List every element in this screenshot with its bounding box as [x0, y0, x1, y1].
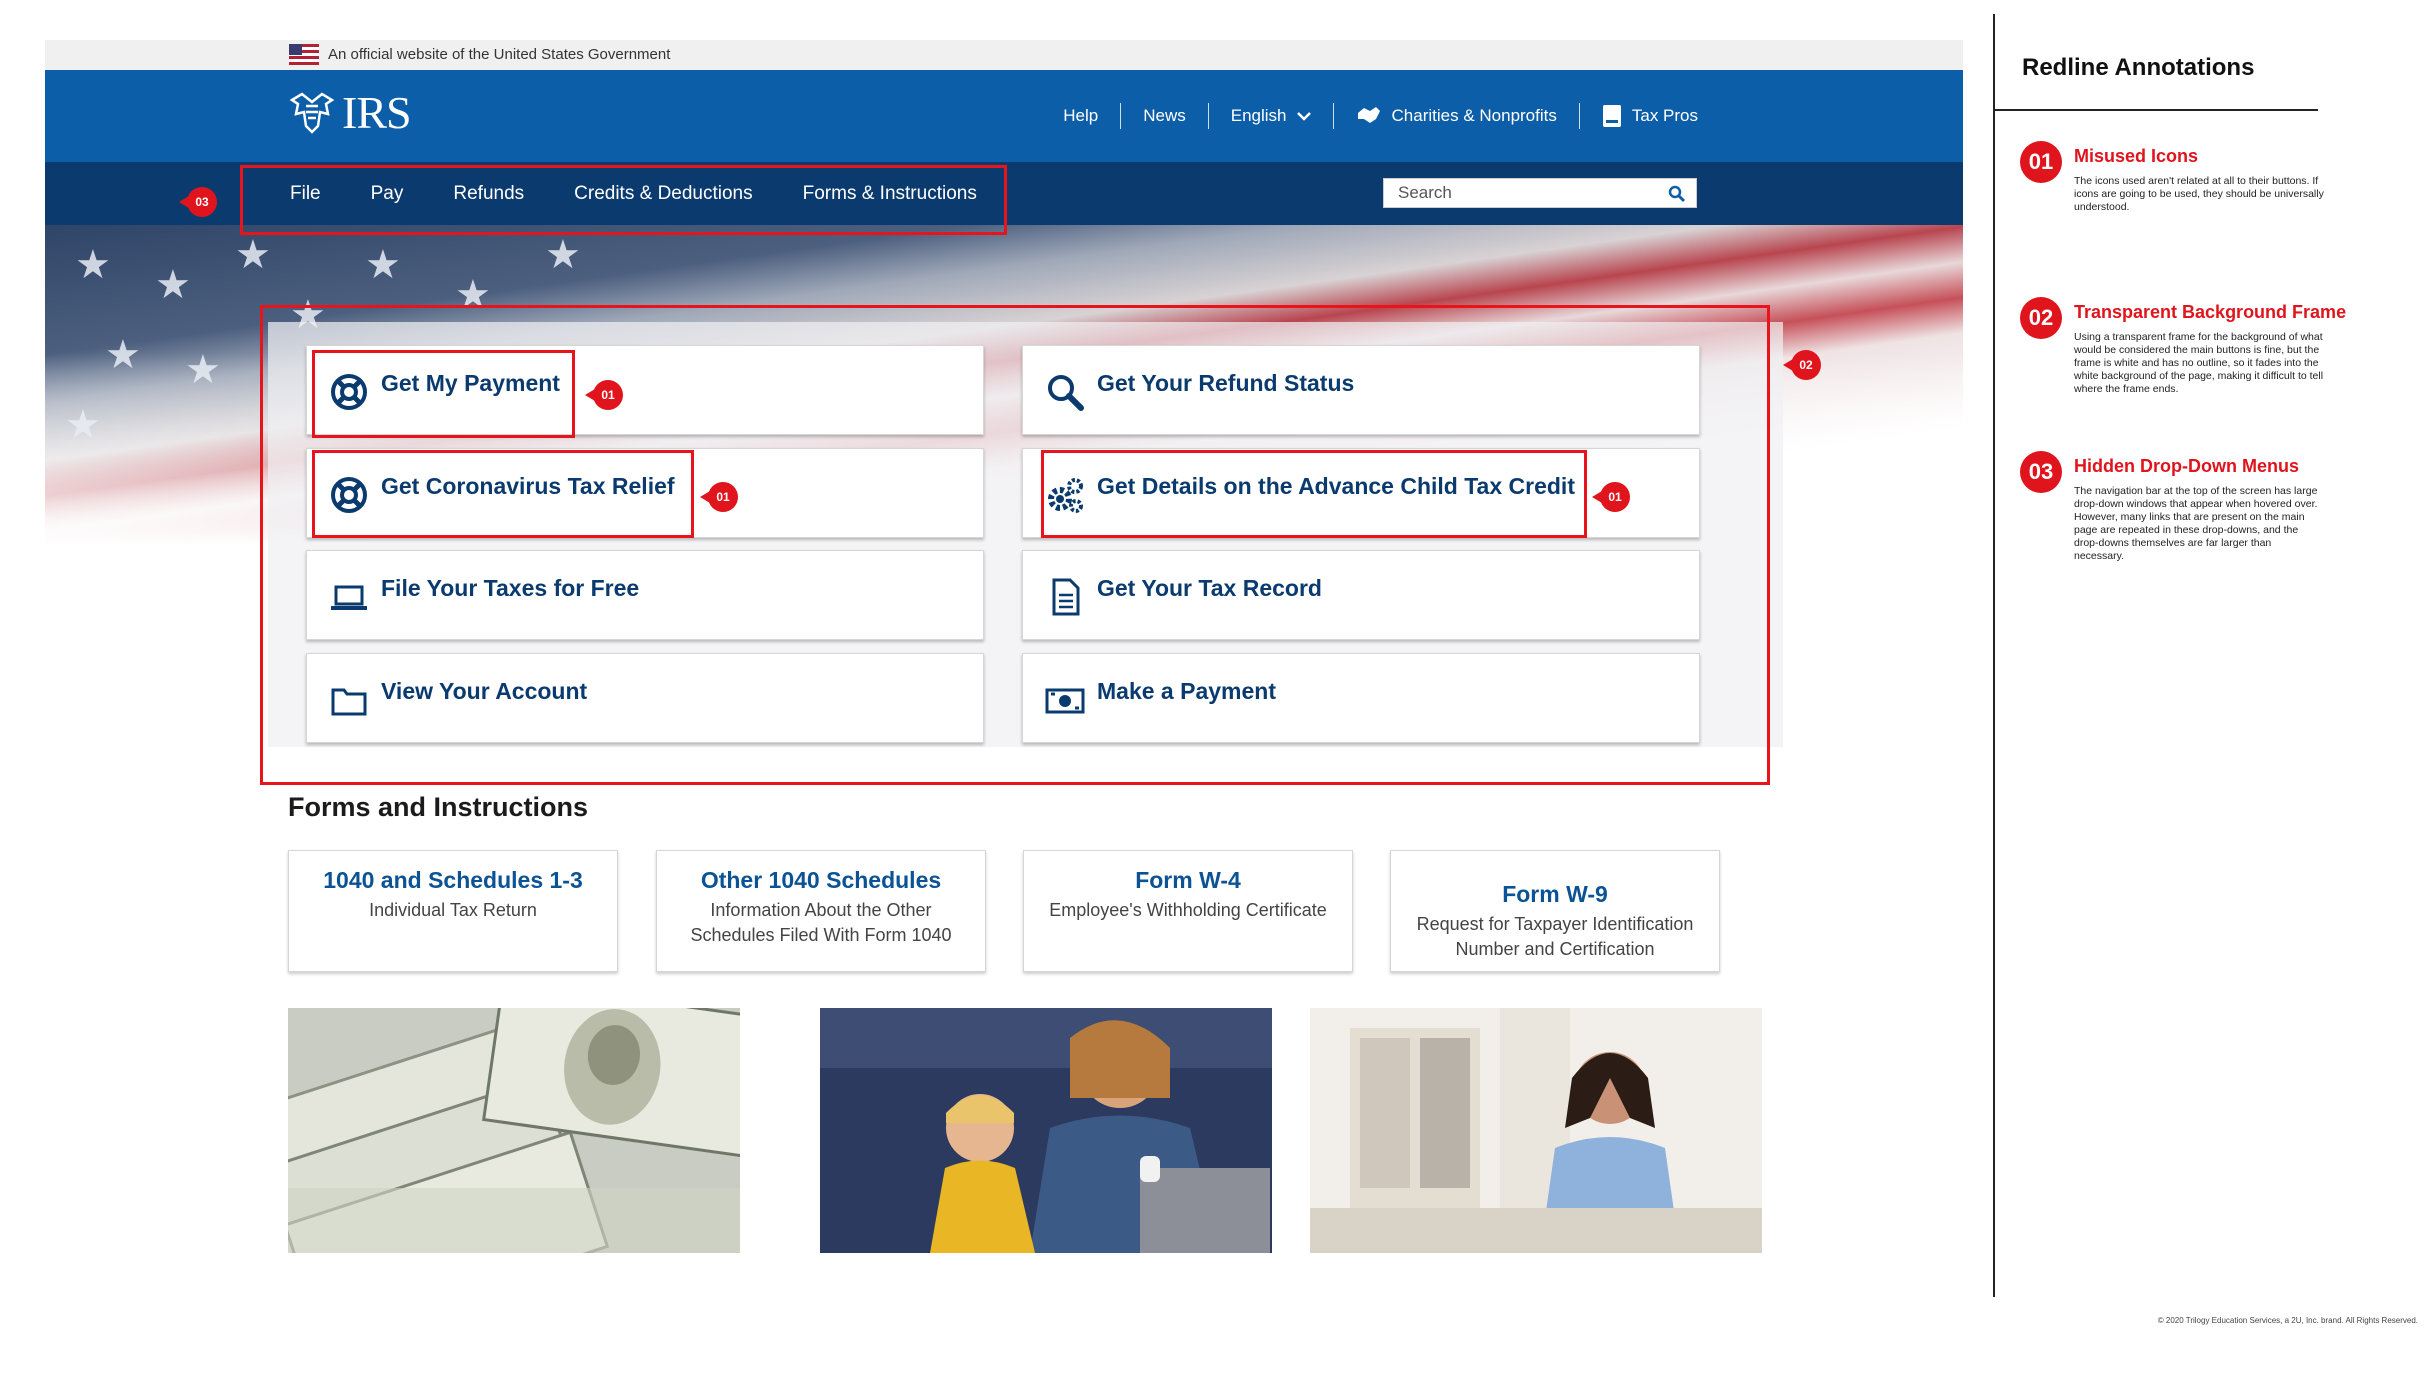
form-title: Other 1040 Schedules [700, 867, 942, 893]
star-shape: ★ [75, 243, 111, 287]
form-subtitle: Employee's Withholding Certificate [1049, 900, 1327, 920]
logo-text: IRS [342, 86, 412, 138]
money-photo[interactable] [288, 1008, 740, 1253]
panel-title: Redline Annotations [2022, 54, 2255, 81]
annotation-text: Using a transparent frame for the backgr… [2074, 331, 2324, 395]
form-subtitle: Individual Tax Return [369, 900, 537, 920]
annotation-title: Hidden Drop-Down Menus [2074, 456, 2299, 476]
form-title: 1040 and Schedules 1-3 [323, 867, 583, 893]
annotation-number: 02 [2020, 297, 2062, 339]
star-shape: ★ [105, 333, 141, 377]
search-icon[interactable] [1668, 185, 1686, 203]
annotation-number: 03 [2020, 451, 2062, 493]
form-subtitle: Request for Taxpayer Identification Numb… [1416, 914, 1694, 959]
gov-banner-text: An official website of the United States… [328, 46, 671, 63]
panel-rule [1995, 109, 2318, 111]
family-image [820, 1008, 1272, 1253]
annotation-text: The icons used aren't related at all to … [2074, 175, 2324, 213]
annotation-title: Misused Icons [2074, 146, 2199, 166]
shop-owner-image [1310, 1008, 1762, 1253]
help-label: Help [1063, 106, 1099, 125]
help-link[interactable]: Help [1041, 103, 1122, 129]
language-label: English [1230, 106, 1287, 125]
language-dropdown[interactable]: English [1209, 103, 1334, 129]
utility-nav: Help News English Charities & Nonprofits… [1041, 70, 1698, 162]
annotation-text: The navigation bar at the top of the scr… [2074, 485, 2318, 562]
annotation-number: 01 [2020, 141, 2062, 183]
star-shape: ★ [65, 403, 101, 447]
redline-box-coronavirus [312, 450, 694, 538]
star-shape: ★ [155, 263, 191, 307]
star-shape: ★ [235, 233, 271, 277]
redline-box-main-nav [240, 165, 1007, 235]
shop-owner-photo[interactable] [1310, 1008, 1762, 1253]
news-label: News [1143, 106, 1186, 125]
mother-child-photo[interactable] [820, 1008, 1272, 1253]
news-link[interactable]: News [1121, 103, 1209, 129]
tax-pros-label: Tax Pros [1631, 106, 1698, 125]
redline-badge-01: 01 [1592, 482, 1630, 512]
gov-banner: An official website of the United States… [45, 40, 1963, 70]
redline-box-child-tax-credit [1041, 450, 1587, 538]
charities-link[interactable]: Charities & Nonprofits [1334, 103, 1580, 129]
form-card-1040[interactable]: 1040 and Schedules 1-3 Individual Tax Re… [288, 850, 618, 972]
star-shape: ★ [365, 243, 401, 287]
panel-divider [1993, 14, 1995, 1297]
tax-pros-link[interactable]: Tax Pros [1580, 103, 1698, 129]
form-card-w9[interactable]: Form W-9 Request for Taxpayer Identifica… [1390, 850, 1720, 972]
star-shape: ★ [545, 233, 581, 277]
redline-badge-01: 01 [585, 380, 623, 410]
irs-logo[interactable]: IRS [288, 84, 412, 140]
form-title: Form W-9 [1502, 881, 1608, 907]
redline-badge-03: 03 [179, 187, 217, 217]
charities-label: Charities & Nonprofits [1391, 106, 1557, 125]
site-header: IRS Help News English Charities & Nonpro… [45, 70, 1963, 162]
search-input[interactable] [1384, 179, 1664, 207]
handshake-icon [1357, 107, 1380, 123]
forms-section-title: Forms and Instructions [288, 792, 589, 822]
us-flag-icon [289, 44, 319, 65]
search-box [1383, 178, 1697, 208]
redline-badge-01: 01 [700, 482, 738, 512]
redline-box-get-my-payment [312, 350, 575, 438]
copyright-text: © 2020 Trilogy Education Services, a 2U,… [2157, 1316, 2418, 1325]
chevron-down-icon [1296, 112, 1311, 121]
form-card-other-1040[interactable]: Other 1040 Schedules Information About t… [656, 850, 986, 972]
cash-stack-image [288, 1008, 740, 1253]
form-title: Form W-4 [1135, 867, 1241, 893]
annotation-title: Transparent Background Frame [2074, 302, 2347, 322]
redline-badge-02: 02 [1783, 350, 1821, 380]
form-subtitle: Information About the Other Schedules Fi… [690, 900, 952, 945]
form-card-w4[interactable]: Form W-4 Employee's Withholding Certific… [1023, 850, 1353, 972]
book-icon [1602, 105, 1621, 127]
eagle-logo-icon [289, 92, 335, 134]
star-shape: ★ [185, 348, 221, 392]
